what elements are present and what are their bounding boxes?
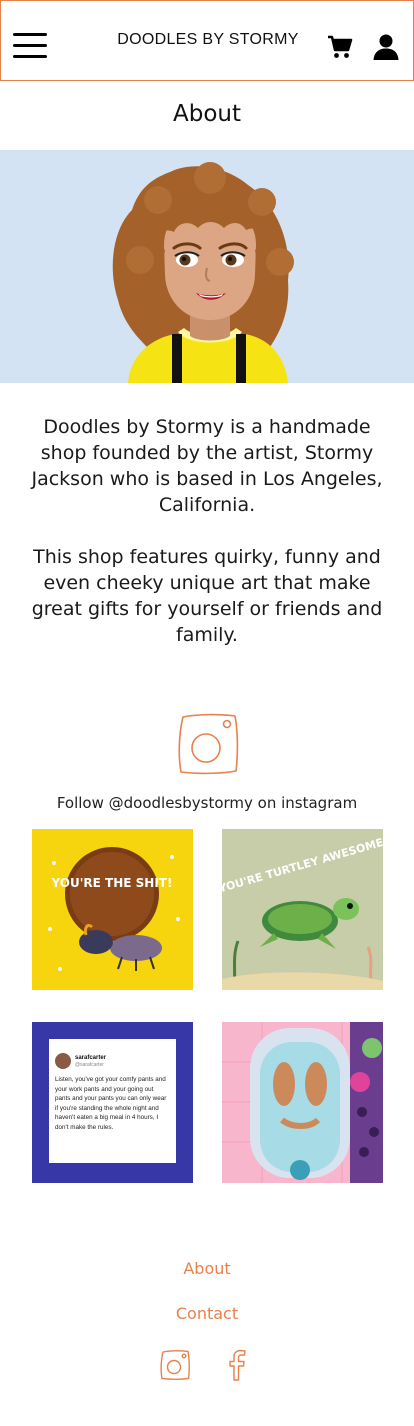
footer-contact-link[interactable]: Contact [0, 1304, 414, 1323]
tweet-text: Listen, you've got your comfy pants and … [55, 1076, 167, 1131]
about-description: Doodles by Stormy is a handmade shop fou… [30, 414, 384, 648]
instagram-post[interactable] [222, 1022, 383, 1183]
artist-portrait-illustration [112, 162, 294, 383]
facebook-icon[interactable] [226, 1349, 248, 1381]
page-title: About [172, 101, 241, 127]
post-image: YOU'RE THE SHIT! [48, 847, 180, 971]
instagram-post[interactable]: YOU'RE THE SHIT! [32, 829, 193, 990]
about-paragraph: This shop features quirky, funny and eve… [31, 546, 383, 646]
tweet-author-handle: @sarafcarter [75, 1061, 104, 1068]
about-paragraph: Doodles by Stormy is a handmade shop fou… [31, 416, 383, 516]
post-caption: YOU'RE TURTLEY AWESOME [222, 836, 383, 896]
instagram-post[interactable]: sarafcarter @sarafcarter Listen, you've … [32, 1022, 193, 1183]
instagram-icon[interactable] [175, 711, 241, 777]
instagram-follow-text: Follow @doodlesbystormy on instagram [56, 794, 358, 812]
brand-title[interactable]: DOODLES BY STORMY [101, 31, 315, 49]
post-image: YOU'RE TURTLEY AWESOME [222, 836, 383, 990]
tweet-header: sarafcarter @sarafcarter [55, 1053, 170, 1069]
site-header: DOODLES BY STORMY [0, 0, 414, 81]
avatar [55, 1053, 71, 1069]
footer-about-link[interactable]: About [0, 1259, 414, 1278]
post-image [222, 1022, 383, 1183]
tweet-card: sarafcarter @sarafcarter Listen, you've … [49, 1039, 176, 1163]
hamburger-menu-icon[interactable] [13, 33, 47, 59]
tweet-author-name: sarafcarter [75, 1054, 107, 1061]
user-icon[interactable] [372, 33, 400, 61]
post-caption: YOU'RE THE SHIT! [51, 876, 173, 890]
hero-banner [0, 150, 414, 383]
instagram-icon[interactable] [159, 1349, 191, 1381]
cart-icon[interactable] [327, 34, 353, 60]
instagram-post[interactable]: YOU'RE TURTLEY AWESOME [222, 829, 383, 990]
